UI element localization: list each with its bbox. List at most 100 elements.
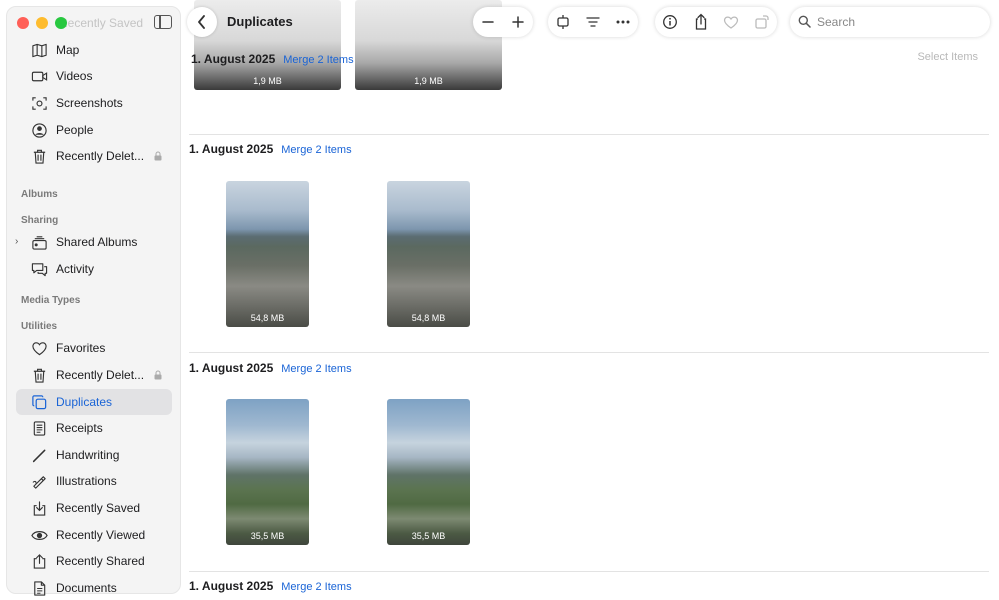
- back-button[interactable]: [187, 7, 217, 37]
- sidebar-item-shared-albums[interactable]: › Shared Albums: [15, 229, 172, 255]
- sidebar-item-recently-saved[interactable]: Recently Saved: [16, 495, 172, 521]
- action-controls: [655, 7, 777, 37]
- document-icon: [30, 579, 48, 597]
- sidebar-item-label: Activity: [56, 262, 95, 276]
- share-button[interactable]: [691, 12, 711, 32]
- pen-icon: [30, 446, 48, 464]
- group-date: 1. August 2025: [189, 361, 274, 375]
- zoom-button[interactable]: [55, 17, 67, 29]
- group-header: 1. August 2025 Merge 2 Items: [189, 142, 352, 156]
- heart-icon: [724, 16, 739, 29]
- lock-icon: [154, 151, 162, 161]
- view-controls: [548, 7, 638, 37]
- person-icon: [30, 121, 48, 139]
- duplicates-content: 1,9 MB 1,9 MB 1. August 2025 Merge 2 Ite…: [181, 0, 999, 600]
- aspect-ratio-button[interactable]: [553, 12, 573, 32]
- receipt-icon: [30, 419, 48, 437]
- photo-thumbnail[interactable]: 35,5 MB: [387, 399, 470, 545]
- group-date: 1. August 2025: [189, 142, 274, 156]
- merge-button[interactable]: Merge 2 Items: [281, 363, 351, 375]
- section-title-sharing[interactable]: Sharing: [21, 215, 58, 226]
- chevron-right-icon[interactable]: ›: [15, 236, 18, 247]
- photo-thumbnail[interactable]: 54,8 MB: [226, 181, 309, 327]
- search-input[interactable]: [817, 15, 967, 29]
- favorite-button[interactable]: [721, 12, 741, 32]
- file-size: 35,5 MB: [411, 531, 446, 541]
- sidebar-item-documents[interactable]: Documents: [16, 575, 172, 600]
- heart-icon: [30, 339, 48, 357]
- sidebar-item-duplicates[interactable]: Duplicates: [16, 389, 172, 415]
- zoom-in-button[interactable]: [508, 12, 528, 32]
- group-date: 1. August 2025: [189, 579, 274, 593]
- share-icon: [30, 552, 48, 570]
- lock-icon: [154, 370, 162, 380]
- sidebar-item-videos[interactable]: Videos: [16, 63, 172, 89]
- file-size: 54,8 MB: [250, 313, 285, 323]
- merge-button[interactable]: Merge 2 Items: [281, 144, 351, 156]
- filter-icon: [586, 17, 600, 27]
- section-title-media-types[interactable]: Media Types: [21, 295, 80, 306]
- sidebar-item-label: Favorites: [56, 341, 106, 355]
- saved-icon: [30, 499, 48, 517]
- sidebar-item-label: Videos: [56, 69, 93, 83]
- sidebar-item-activity[interactable]: Activity: [16, 256, 172, 282]
- duplicates-icon: [30, 393, 48, 411]
- close-button[interactable]: [17, 17, 29, 29]
- sidebar-item-illustrations[interactable]: Illustrations: [16, 468, 172, 494]
- photo-thumbnail[interactable]: 35,5 MB: [226, 399, 309, 545]
- sidebar-item-label: Duplicates: [56, 395, 113, 409]
- sidebar-item-label: Recently Delet...: [56, 149, 145, 163]
- window-controls: [17, 17, 67, 29]
- divider: [189, 352, 989, 353]
- activity-icon: [30, 260, 48, 278]
- shared-albums-icon: [30, 233, 48, 251]
- sidebar-item-label: Recently Saved: [56, 501, 141, 515]
- sidebar-item-label: Recently Viewed: [56, 528, 146, 542]
- sidebar-item-label: Receipts: [56, 421, 103, 435]
- sidebar-item-handwriting[interactable]: Handwriting: [16, 442, 172, 468]
- illustration-icon: [30, 472, 48, 490]
- search-field[interactable]: [790, 7, 990, 37]
- sidebar-item-label: Map: [56, 43, 80, 57]
- aspect-ratio-icon: [557, 15, 569, 29]
- sidebar-item-label: Handwriting: [56, 448, 120, 462]
- photo-thumbnail[interactable]: 54,8 MB: [387, 181, 470, 327]
- minimize-button[interactable]: [36, 17, 48, 29]
- sidebar-item-screenshots[interactable]: Screenshots: [16, 90, 172, 116]
- sidebar-item-recently-viewed[interactable]: Recently Viewed: [16, 522, 172, 548]
- chevron-left-icon: [198, 15, 205, 29]
- sidebar-item-favorites[interactable]: Favorites: [16, 335, 172, 361]
- zoom-controls: [473, 7, 533, 37]
- group-header: 1. August 2025 Merge 2 Items: [189, 361, 352, 375]
- rotate-button[interactable]: [752, 12, 772, 32]
- sidebar-item-label: Shared Albums: [56, 235, 138, 249]
- sidebar-item-recently-deleted[interactable]: Recently Delet...: [16, 362, 172, 388]
- sidebar-item-recently-deleted[interactable]: Recently Delet...: [16, 143, 172, 169]
- sidebar-item-recently-saved-scrolled: Recently Saved: [59, 16, 144, 30]
- file-size: 54,8 MB: [411, 313, 446, 323]
- plus-icon: [512, 16, 524, 28]
- photos-window: 1,9 MB 1,9 MB 1. August 2025 Merge 2 Ite…: [0, 0, 999, 600]
- sidebar-item-label: Illustrations: [56, 474, 117, 488]
- zoom-out-button[interactable]: [478, 12, 498, 32]
- eye-icon: [30, 526, 48, 544]
- toolbar: Duplicates: [181, 0, 999, 44]
- section-title-utilities[interactable]: Utilities: [21, 321, 57, 332]
- file-size: 1,9 MB: [253, 76, 282, 86]
- merge-button[interactable]: Merge 2 Items: [281, 581, 351, 593]
- more-button[interactable]: [613, 12, 633, 32]
- sidebar-item-recently-shared[interactable]: Recently Shared: [16, 548, 172, 574]
- sidebar-item-receipts[interactable]: Receipts: [16, 415, 172, 441]
- filter-button[interactable]: [583, 12, 603, 32]
- select-items-button[interactable]: Select Items: [917, 51, 978, 63]
- group-date: 1. August 2025: [191, 52, 276, 66]
- merge-button[interactable]: Merge 2 Items: [283, 54, 353, 66]
- sidebar-item-map[interactable]: Map: [16, 37, 172, 63]
- info-button[interactable]: [660, 12, 680, 32]
- sidebar-item-people[interactable]: People: [16, 117, 172, 143]
- info-icon: [663, 15, 678, 29]
- section-title-albums[interactable]: Albums: [21, 189, 58, 200]
- sidebar-toggle-icon[interactable]: [154, 15, 172, 29]
- minus-icon: [482, 21, 494, 23]
- trash-icon: [30, 366, 48, 384]
